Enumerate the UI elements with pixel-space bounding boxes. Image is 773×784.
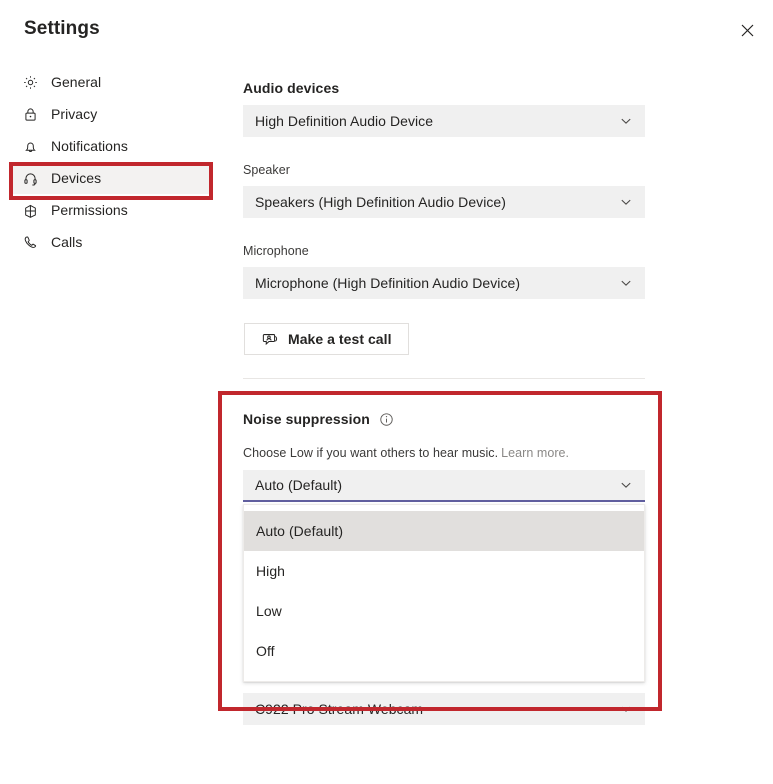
dropdown-option-label: Low <box>256 603 282 619</box>
close-button[interactable] <box>731 16 763 48</box>
microphone-value: Microphone (High Definition Audio Device… <box>255 275 521 291</box>
person-call-icon <box>261 330 279 348</box>
sidebar-item-label: Notifications <box>51 138 128 154</box>
camera-select[interactable]: C922 Pro Stream Webcam <box>243 693 645 725</box>
sidebar-item-label: General <box>51 74 102 90</box>
make-test-call-label: Make a test call <box>288 331 392 347</box>
sidebar-item-devices[interactable]: Devices <box>10 162 210 194</box>
dropdown-option-label: High <box>256 563 285 579</box>
page-title: Settings <box>24 18 100 39</box>
microphone-label: Microphone <box>243 244 309 258</box>
gear-icon <box>20 72 40 92</box>
noise-suppression-helper: Choose Low if you want others to hear mu… <box>243 446 569 460</box>
settings-sidebar: General Privacy Notifications Devices Pe… <box>0 66 220 258</box>
bell-icon <box>20 136 40 156</box>
dropdown-option-label: Auto (Default) <box>256 523 344 539</box>
camera-row: C922 Pro Stream Webcam <box>243 693 645 725</box>
audio-devices-heading: Audio devices <box>243 80 340 96</box>
make-test-call-button[interactable]: Make a test call <box>244 323 409 355</box>
audio-device-select[interactable]: High Definition Audio Device <box>243 105 645 137</box>
speaker-value: Speakers (High Definition Audio Device) <box>255 194 506 210</box>
lock-icon <box>20 104 40 124</box>
sidebar-item-label: Privacy <box>51 106 98 122</box>
sidebar-item-general[interactable]: General <box>10 66 210 98</box>
dropdown-option-high[interactable]: High <box>244 551 644 591</box>
chevron-down-icon <box>619 114 633 128</box>
chevron-down-icon <box>619 478 633 492</box>
chevron-down-icon <box>619 276 633 290</box>
camera-value: C922 Pro Stream Webcam <box>255 701 424 717</box>
speaker-label: Speaker <box>243 163 290 177</box>
noise-suppression-value: Auto (Default) <box>255 477 343 493</box>
section-divider <box>243 378 645 379</box>
microphone-select[interactable]: Microphone (High Definition Audio Device… <box>243 267 645 299</box>
info-icon[interactable] <box>379 412 394 427</box>
sidebar-item-label: Calls <box>51 234 83 250</box>
speaker-select[interactable]: Speakers (High Definition Audio Device) <box>243 186 645 218</box>
chevron-down-icon <box>619 195 633 209</box>
settings-header: Settings <box>0 0 773 62</box>
noise-suppression-helper-text: Choose Low if you want others to hear mu… <box>243 446 499 460</box>
sidebar-item-permissions[interactable]: Permissions <box>10 194 210 226</box>
headset-icon <box>20 168 40 188</box>
sidebar-item-label: Devices <box>51 170 102 186</box>
dropdown-option-label: Off <box>256 643 275 659</box>
noise-suppression-dropdown-list: Auto (Default) High Low Off <box>243 504 645 682</box>
phone-icon <box>20 232 40 252</box>
sidebar-item-notifications[interactable]: Notifications <box>10 130 210 162</box>
chevron-down-icon <box>619 702 633 716</box>
noise-suppression-heading: Noise suppression <box>243 411 370 427</box>
dropdown-option-off[interactable]: Off <box>244 631 644 671</box>
close-icon <box>741 24 754 40</box>
noise-suppression-select[interactable]: Auto (Default) <box>243 470 645 502</box>
sidebar-item-calls[interactable]: Calls <box>10 226 210 258</box>
learn-more-link[interactable]: Learn more. <box>501 446 569 460</box>
dropdown-option-low[interactable]: Low <box>244 591 644 631</box>
sidebar-item-privacy[interactable]: Privacy <box>10 98 210 130</box>
grid-apps-icon <box>20 200 40 220</box>
dropdown-option-auto[interactable]: Auto (Default) <box>244 511 644 551</box>
audio-device-value: High Definition Audio Device <box>255 113 434 129</box>
sidebar-item-label: Permissions <box>51 202 128 218</box>
